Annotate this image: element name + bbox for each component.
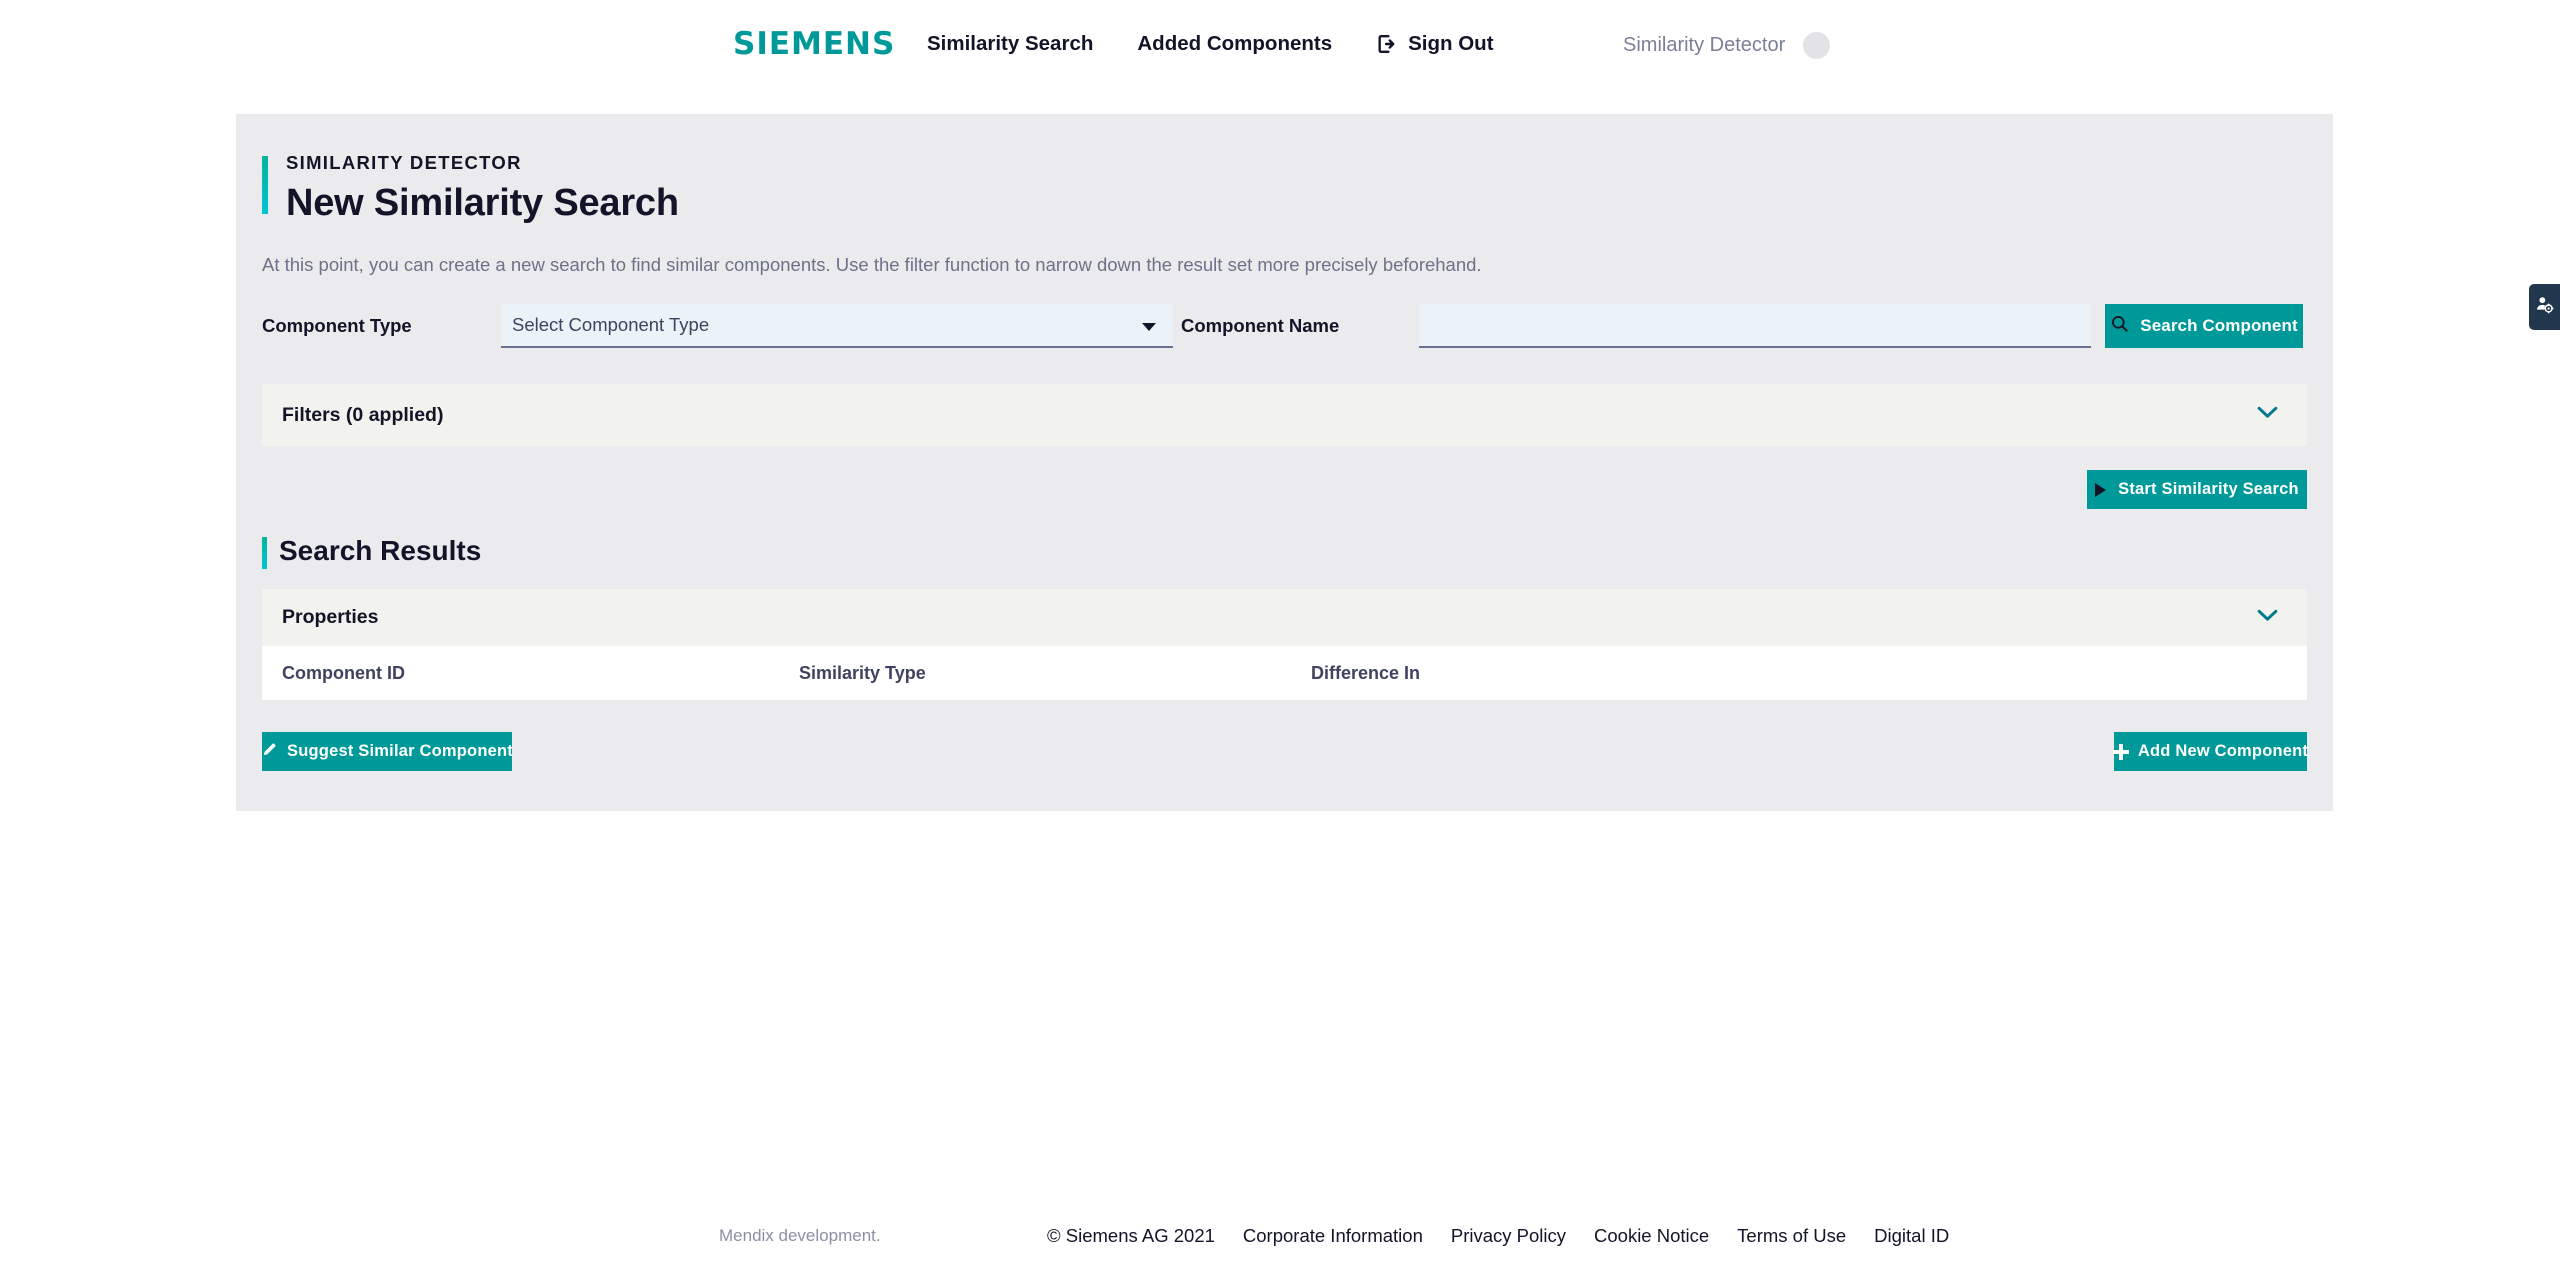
main-panel: SIMILARITY DETECTOR New Similarity Searc… bbox=[236, 114, 2333, 811]
add-new-component-label: Add New Component bbox=[2137, 742, 2309, 760]
column-header-difference-in[interactable]: Difference In bbox=[1311, 663, 2287, 684]
properties-chevron-down-icon[interactable] bbox=[2257, 609, 2278, 627]
user-gear-icon bbox=[2535, 295, 2554, 319]
page-footer: Mendix development. © Siemens AG 2021 Co… bbox=[0, 1215, 2560, 1270]
top-navigation-bar: SIEMENS Similarity Search Added Componen… bbox=[0, 0, 2560, 98]
panel-inner: SIMILARITY DETECTOR New Similarity Searc… bbox=[236, 152, 2333, 771]
pencil-icon bbox=[261, 741, 278, 763]
footer-link-digital-id[interactable]: Digital ID bbox=[1874, 1225, 1949, 1247]
search-results-header: Search Results bbox=[262, 535, 2307, 569]
filters-section-header[interactable]: Filters (0 applied) bbox=[262, 384, 2307, 446]
plus-icon bbox=[2112, 743, 2129, 760]
properties-section-header[interactable]: Properties bbox=[262, 589, 2307, 646]
results-table-header: Component ID Similarity Type Difference … bbox=[262, 646, 2307, 700]
search-form-row: Component Type Select Component Type Com… bbox=[262, 304, 2307, 348]
footer-links: © Siemens AG 2021 Corporate Information … bbox=[1047, 1225, 1949, 1247]
search-component-label: Search Component bbox=[2140, 316, 2298, 335]
component-name-label: Component Name bbox=[1181, 315, 1340, 336]
column-header-component-id[interactable]: Component ID bbox=[282, 663, 799, 684]
bottom-action-row: Suggest Similar Component Add New Compon… bbox=[261, 732, 2309, 771]
filters-title: Filters (0 applied) bbox=[282, 403, 444, 426]
nav-added-components[interactable]: Added Components bbox=[1137, 32, 1332, 56]
footer-link-corporate-information[interactable]: Corporate Information bbox=[1243, 1225, 1423, 1247]
avatar[interactable] bbox=[1803, 32, 1831, 59]
sign-out-button[interactable]: Sign Out bbox=[1376, 32, 1494, 56]
play-icon bbox=[2095, 482, 2107, 497]
user-name: Similarity Detector bbox=[1623, 34, 1786, 56]
search-results-title: Search Results bbox=[279, 535, 482, 566]
filters-chevron-down-icon[interactable] bbox=[2257, 406, 2278, 424]
search-component-button[interactable]: Search Component bbox=[2105, 304, 2303, 348]
footer-link-privacy-policy[interactable]: Privacy Policy bbox=[1451, 1225, 1566, 1247]
app-page: SIEMENS Similarity Search Added Componen… bbox=[0, 0, 2560, 1287]
sign-out-icon bbox=[1376, 33, 1398, 55]
start-similarity-search-button[interactable]: Start Similarity Search bbox=[2087, 470, 2307, 509]
component-type-label: Component Type bbox=[262, 315, 412, 336]
component-type-select-value[interactable]: Select Component Type bbox=[501, 304, 1173, 348]
search-icon bbox=[2110, 314, 2129, 338]
component-name-input[interactable] bbox=[1419, 304, 2091, 348]
footer-link-terms-of-use[interactable]: Terms of Use bbox=[1737, 1225, 1846, 1247]
sign-out-label: Sign Out bbox=[1408, 32, 1494, 55]
column-header-similarity-type[interactable]: Similarity Type bbox=[799, 663, 1311, 684]
start-similarity-search-label: Start Similarity Search bbox=[2118, 480, 2299, 498]
properties-title: Properties bbox=[282, 606, 379, 628]
start-search-row: Start Similarity Search bbox=[262, 470, 2307, 509]
suggest-similar-component-label: Suggest Similar Component bbox=[287, 742, 513, 760]
page-header: SIMILARITY DETECTOR New Similarity Searc… bbox=[262, 152, 2307, 225]
add-new-component-button[interactable]: Add New Component bbox=[2112, 732, 2309, 771]
page-title: New Similarity Search bbox=[286, 182, 679, 224]
footer-link-cookie-notice[interactable]: Cookie Notice bbox=[1594, 1225, 1709, 1247]
page-description: At this point, you can create a new sear… bbox=[262, 254, 1482, 275]
user-settings-side-tab[interactable] bbox=[2529, 284, 2560, 330]
results-accent-bar bbox=[262, 537, 267, 569]
component-type-select[interactable]: Select Component Type bbox=[501, 304, 1173, 348]
page-eyebrow: SIMILARITY DETECTOR bbox=[286, 152, 522, 173]
accent-bar bbox=[262, 156, 268, 214]
main-nav: Similarity Search Added Components Sign … bbox=[927, 32, 1494, 56]
footer-dev-note: Mendix development. bbox=[719, 1226, 881, 1245]
nav-similarity-search[interactable]: Similarity Search bbox=[927, 32, 1093, 56]
suggest-similar-component-button[interactable]: Suggest Similar Component bbox=[261, 732, 513, 771]
user-area[interactable]: Similarity Detector bbox=[1623, 32, 1831, 59]
siemens-logo: SIEMENS bbox=[733, 26, 896, 62]
footer-copyright: © Siemens AG 2021 bbox=[1047, 1225, 1215, 1246]
